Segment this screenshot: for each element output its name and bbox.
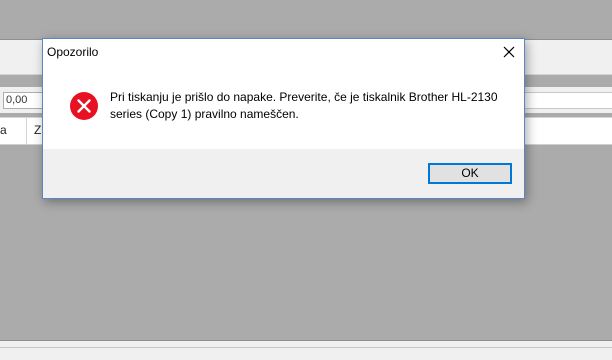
close-button[interactable] [494,39,524,65]
error-message: Pri tiskanju je prišlo do napake. Prever… [110,90,498,121]
dialog-content: Pri tiskanju je prišlo do napake. Prever… [43,65,524,149]
close-icon [503,46,515,58]
dialog-title: Opozorilo [47,45,99,59]
desktop-background: 0,00 a Z Opozorilo Pri tiskanju je prišl… [0,0,612,360]
background-statusbar [0,340,612,360]
dialog-footer: OK [43,149,524,198]
error-dialog: Opozorilo Pri tiskanju je prišlo do napa… [42,38,525,199]
error-icon [70,92,98,120]
background-text-field[interactable] [524,92,612,109]
ok-button[interactable]: OK [428,163,512,184]
dialog-titlebar[interactable]: Opozorilo [43,39,524,65]
column-header[interactable]: Z [34,123,41,137]
background-numeric-field[interactable]: 0,00 [3,92,43,109]
divider [0,347,612,348]
column-header[interactable]: a [0,123,7,137]
column-separator [26,118,27,144]
